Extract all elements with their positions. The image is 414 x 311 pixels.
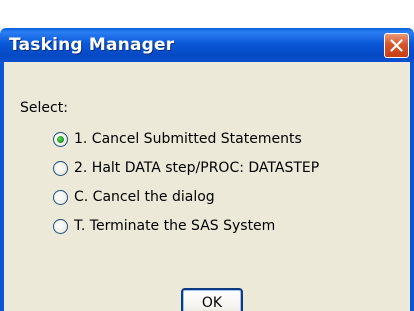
radio-button[interactable] <box>53 160 68 176</box>
page: Tasking Manager Select: 1. Cancel Submit… <box>0 0 414 311</box>
option-label: 2. Halt DATA step/PROC: DATASTEP <box>74 160 320 176</box>
option-terminate-sas[interactable]: T. Terminate the SAS System <box>53 215 275 237</box>
select-label: Select: <box>20 100 68 116</box>
radio-button-selected[interactable] <box>53 131 68 147</box>
radio-button[interactable] <box>53 189 68 205</box>
close-icon <box>390 39 403 52</box>
option-label: C. Cancel the dialog <box>74 189 215 205</box>
dialog-body: Select: 1. Cancel Submitted Statements 2… <box>0 62 414 311</box>
dialog-title: Tasking Manager <box>9 35 175 55</box>
ok-button[interactable]: OK <box>181 288 243 311</box>
title-bar[interactable]: Tasking Manager <box>0 28 414 62</box>
option-cancel-submitted[interactable]: 1. Cancel Submitted Statements <box>53 128 302 150</box>
option-halt-data-step[interactable]: 2. Halt DATA step/PROC: DATASTEP <box>53 157 319 179</box>
option-cancel-dialog[interactable]: C. Cancel the dialog <box>53 186 215 208</box>
close-button[interactable] <box>384 33 409 58</box>
radio-button[interactable] <box>53 218 68 234</box>
option-label: T. Terminate the SAS System <box>74 218 276 234</box>
option-label: 1. Cancel Submitted Statements <box>74 131 302 147</box>
tasking-manager-dialog: Tasking Manager Select: 1. Cancel Submit… <box>0 28 414 311</box>
